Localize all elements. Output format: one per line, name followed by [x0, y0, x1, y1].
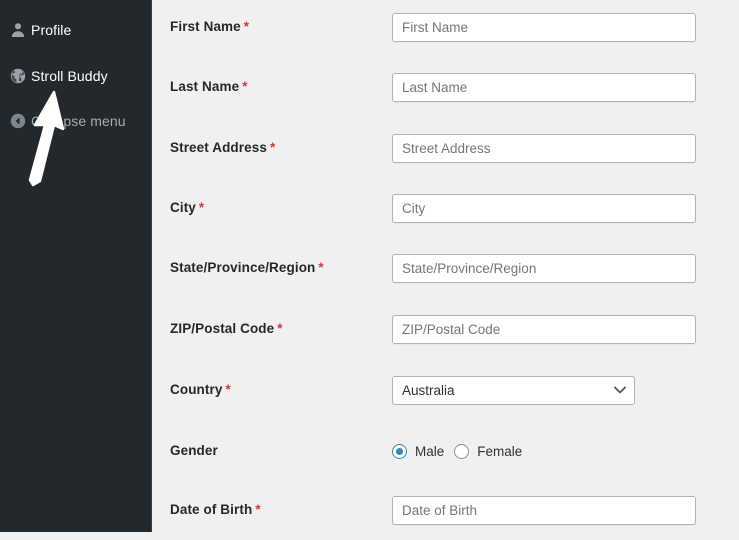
label-street-address: Street Address *: [170, 140, 276, 155]
form-row-country: Country * Australia: [153, 376, 739, 408]
sidebar-item-stroll-buddy[interactable]: Stroll Buddy: [0, 59, 152, 93]
label-gender: Gender: [170, 443, 218, 458]
form-row-date-of-birth: Date of Birth *: [153, 496, 739, 528]
label-zip-postal-code: ZIP/Postal Code *: [170, 321, 283, 336]
required-asterisk: *: [243, 19, 250, 34]
profile-form: First Name* Last Name* Street Address* C…: [153, 0, 739, 540]
label-city: City *: [170, 200, 205, 215]
form-row-last-name: Last Name *: [153, 73, 739, 105]
label-state-province-region: State/Province/Region *: [170, 260, 324, 275]
form-row-state-province-region: State/Province/Region *: [153, 254, 739, 286]
radio-female-label: Female: [477, 444, 523, 459]
sidebar-item-profile[interactable]: Profile: [0, 13, 152, 47]
required-asterisk: *: [242, 79, 248, 94]
radio-female-indicator[interactable]: [454, 444, 470, 459]
collapse-arrow-icon: [5, 110, 31, 132]
radio-male-label: Male: [415, 444, 445, 459]
input-last-name[interactable]: [392, 73, 696, 102]
select-country[interactable]: Australia: [392, 376, 635, 405]
input-city[interactable]: [392, 194, 696, 223]
input-zip-postal-code[interactable]: [392, 315, 696, 344]
radio-male-indicator[interactable]: [392, 444, 407, 459]
sidebar-item-stroll-buddy-label: Stroll Buddy: [31, 68, 108, 84]
input-date-of-birth[interactable]: [392, 496, 696, 525]
form-row-street-address: Street Address *: [153, 134, 739, 166]
required-asterisk: *: [255, 502, 261, 517]
app-root: Profile Stroll Buddy Collapse menu First…: [0, 0, 739, 540]
required-asterisk: *: [225, 382, 231, 397]
label-last-name: Last Name *: [170, 79, 248, 94]
sidebar-item-profile-label: Profile: [31, 22, 72, 38]
sidebar-item-collapse-menu[interactable]: Collapse menu: [0, 104, 152, 138]
radio-option-male[interactable]: Male: [392, 444, 444, 459]
form-row-gender: Gender Male Female: [153, 437, 739, 469]
sidebar-item-collapse-menu-label: Collapse menu: [31, 113, 126, 129]
required-asterisk: *: [277, 321, 283, 336]
user-icon: [5, 19, 31, 41]
form-row-zip-postal-code: ZIP/Postal Code *: [153, 315, 739, 347]
form-row-city: City *: [153, 194, 739, 226]
globe-icon: [5, 65, 31, 87]
input-first-name[interactable]: [392, 13, 696, 42]
label-country: Country *: [170, 382, 231, 397]
required-asterisk: *: [198, 200, 205, 215]
sidebar: Profile Stroll Buddy Collapse menu: [0, 0, 152, 532]
radio-group-gender: Male Female: [392, 437, 532, 466]
label-date-of-birth: Date of Birth *: [170, 502, 261, 517]
input-street-address[interactable]: [392, 134, 696, 163]
form-row-first-name: First Name *: [153, 13, 739, 45]
label-first-name: First Name *: [170, 19, 250, 34]
country-select-wrapper: Australia: [392, 376, 635, 405]
radio-option-female[interactable]: Female: [454, 444, 522, 459]
required-asterisk: *: [318, 260, 324, 275]
input-state-province-region[interactable]: [392, 254, 696, 283]
required-asterisk: *: [269, 140, 276, 155]
